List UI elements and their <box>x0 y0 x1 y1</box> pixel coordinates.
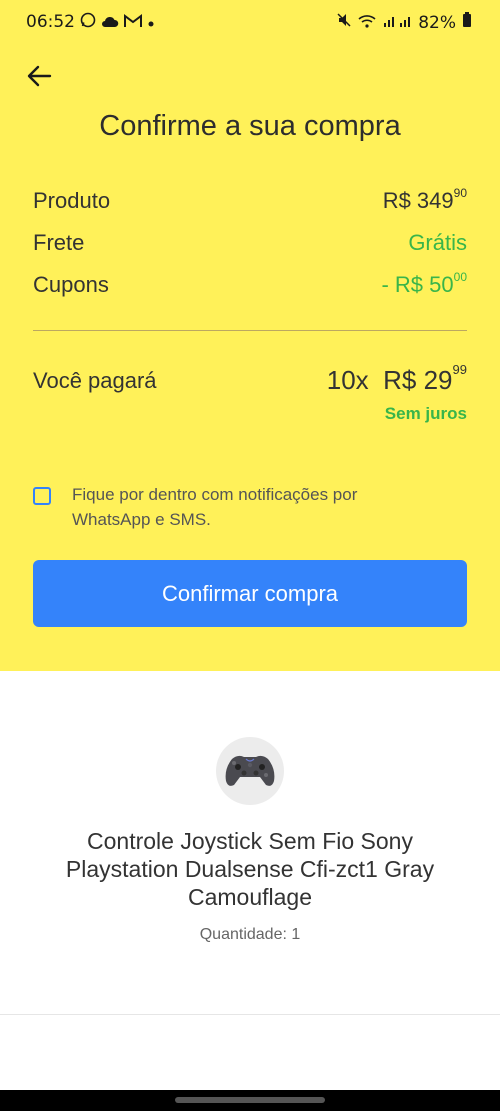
divider <box>33 330 467 331</box>
installment-value: R$ 29 <box>383 365 453 395</box>
product-name: Controle Joystick Sem Fio Sony Playstati… <box>65 828 435 910</box>
gmail-icon <box>124 13 142 33</box>
dot-icon <box>147 13 155 33</box>
row-label: Produto <box>33 188 111 213</box>
battery-icon <box>462 12 472 33</box>
notification-icons <box>80 12 155 33</box>
signal-icon <box>382 13 412 33</box>
summary-row-product: Produto R$ 34990 <box>33 186 467 216</box>
system-icons: 82% <box>336 12 472 33</box>
back-arrow-icon[interactable] <box>24 60 56 92</box>
product-image <box>216 737 284 805</box>
whatsapp-icon <box>80 12 96 33</box>
summary-row-coupons: Cupons - R$ 5000 <box>33 270 467 300</box>
row-value: - R$ 5000 <box>381 270 467 297</box>
wifi-icon <box>358 13 376 33</box>
row-label: Cupons <box>33 272 109 297</box>
row-value: Grátis <box>408 230 467 255</box>
controller-icon <box>225 755 275 786</box>
status-time: 06:52 <box>26 12 75 32</box>
interest-badge: Sem juros <box>384 404 467 423</box>
confirm-purchase-button[interactable]: Confirmar compra <box>33 560 467 627</box>
product-quantity: Quantidade: 1 <box>199 926 301 943</box>
divider <box>0 1014 500 1015</box>
row-value: R$ 34990 <box>382 186 467 213</box>
battery-percent: 82% <box>418 12 456 33</box>
notify-label[interactable]: Fique por dentro com notificações por Wh… <box>72 482 432 532</box>
status-bar: 06:52 82% <box>0 0 500 44</box>
home-handle[interactable] <box>175 1097 325 1103</box>
notify-checkbox[interactable] <box>33 487 51 505</box>
pay-amount: 10x R$ 2999 <box>326 362 467 395</box>
summary-row-shipping: Frete Grátis <box>33 228 467 258</box>
pay-label: Você pagará <box>33 368 157 393</box>
mute-icon <box>336 12 352 33</box>
page-title: Confirme a sua compra <box>99 110 401 142</box>
installments-count: 10x <box>326 365 369 395</box>
row-label: Frete <box>33 230 85 255</box>
cloud-icon <box>101 13 119 33</box>
